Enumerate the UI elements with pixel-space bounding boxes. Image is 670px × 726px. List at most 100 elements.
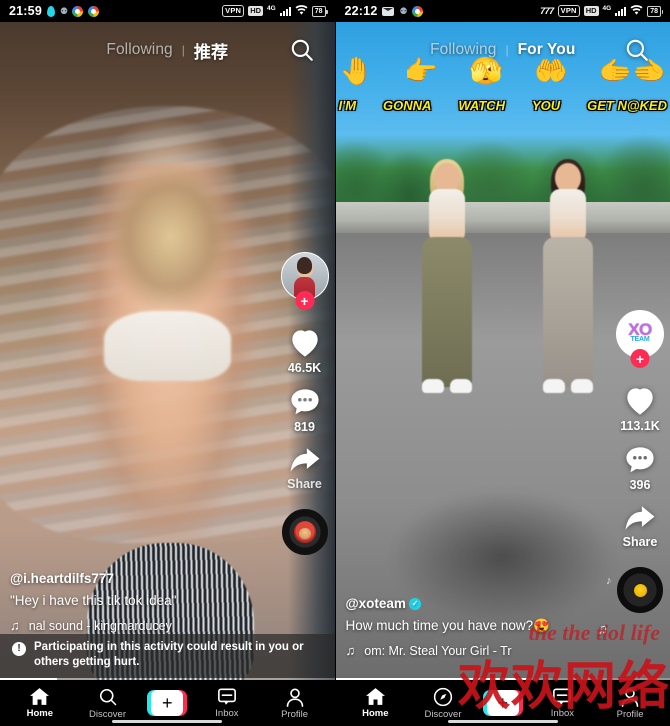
like-count: 46.5K: [287, 361, 322, 375]
right-status-bar: 22:12 ⚉ 777 VPN HD 4G 78: [335, 0, 670, 22]
comment-icon: [290, 389, 319, 415]
avatar[interactable]: XO TEAM +: [616, 310, 664, 368]
fence: [335, 201, 670, 234]
nav-profile[interactable]: Profile: [267, 687, 323, 720]
inbox-icon: [553, 688, 572, 705]
music-row[interactable]: ♫ om: Mr. Steal Your Girl - Tr: [346, 643, 550, 658]
nav-discover[interactable]: Discover: [80, 687, 136, 720]
status-left-group: 22:12 ⚉: [345, 4, 423, 18]
like-button[interactable]: 113.1K: [620, 385, 660, 433]
overlay-word-4: GET N@KED: [587, 98, 667, 113]
heart-icon: [291, 330, 318, 357]
music-note-icon: ♫: [10, 618, 20, 633]
overlay-word-0: I'M: [338, 98, 357, 113]
search-icon[interactable]: [624, 37, 650, 63]
nav-profile-label: Profile: [281, 708, 309, 720]
network-label: 4G: [602, 4, 612, 12]
subject-right: [523, 158, 613, 642]
verified-badge-icon: ✓: [408, 597, 421, 610]
home-icon: [30, 688, 50, 705]
hd-badge: HD: [583, 6, 599, 16]
hd-badge: HD: [248, 6, 264, 16]
nav-inbox[interactable]: Inbox: [199, 687, 255, 719]
plus-icon: +: [486, 690, 519, 716]
tab-following[interactable]: Following: [430, 41, 496, 59]
music-disc[interactable]: ♪: [606, 567, 663, 613]
music-disc[interactable]: [281, 509, 328, 555]
music-title: om: Mr. Steal Your Girl - Tr: [364, 643, 512, 658]
subject-left: [402, 158, 492, 642]
left-phone-panel: 21:59 ⚉ VPN HD 4G 78 Following | 推荐 + 46…: [0, 0, 336, 726]
comment-icon: [626, 447, 654, 473]
follow-button[interactable]: +: [630, 349, 650, 368]
vpn-badge: VPN: [557, 5, 580, 17]
like-count: 113.1K: [620, 419, 660, 433]
chrome-icon-2: [88, 5, 100, 17]
signal-bars-icon: [615, 6, 627, 16]
nav-home[interactable]: Home: [12, 687, 68, 719]
subject-hair: [97, 141, 245, 325]
comment-button[interactable]: 819: [289, 387, 321, 434]
search-icon: [99, 688, 116, 705]
safety-warning-banner: ! Participating in this activity could r…: [0, 634, 335, 678]
status-right-group: VPN HD 4G 78: [222, 4, 328, 18]
avatar-xo-text: XO: [628, 320, 652, 339]
left-top-tabbar: Following | 推荐: [0, 30, 335, 70]
comment-count: 819: [294, 420, 315, 434]
feed-tabs: Following | For You: [430, 41, 575, 59]
battery-icon: 78: [311, 5, 328, 17]
status-left-group: 21:59 ⚉: [9, 4, 100, 18]
inbox-icon: [217, 688, 236, 705]
nav-inbox[interactable]: Inbox: [534, 687, 590, 719]
music-disc-core: [293, 521, 316, 543]
share-label: Share: [287, 477, 322, 491]
create-video-button[interactable]: +: [147, 690, 188, 716]
nav-profile[interactable]: Profile: [602, 687, 658, 720]
vpn-badge: VPN: [222, 5, 245, 17]
tab-following[interactable]: Following: [106, 41, 172, 59]
tab-for-you[interactable]: For You: [518, 41, 576, 59]
music-title: nal sound - kingmarducey: [28, 618, 172, 633]
nav-profile-label: Profile: [616, 708, 644, 720]
username-row[interactable]: @xoteam ✓: [346, 596, 550, 611]
music-note-floating-icon: ♪: [606, 575, 612, 587]
follow-button[interactable]: +: [295, 291, 314, 310]
nav-discover-label: Discover: [424, 708, 462, 720]
avatar[interactable]: +: [280, 252, 329, 310]
like-button[interactable]: 46.5K: [288, 327, 322, 375]
right-video-caption: @xoteam ✓ How much time you have now?😍 ♫…: [346, 596, 550, 658]
create-video-button[interactable]: +: [482, 690, 523, 716]
shield-icon: ⚉: [399, 5, 407, 16]
share-button[interactable]: Share: [622, 504, 658, 549]
left-status-bar: 21:59 ⚉ VPN HD 4G 78: [0, 0, 335, 22]
username: @xoteam: [345, 596, 406, 612]
search-icon[interactable]: [289, 37, 315, 63]
username[interactable]: @i.heartdilfs777: [10, 571, 176, 586]
comment-count: 396: [629, 478, 651, 492]
feed-tabs: Following | 推荐: [106, 38, 228, 63]
chrome-icon: [411, 5, 423, 17]
water-drop-icon: [46, 5, 55, 17]
nav-discover[interactable]: Discover: [415, 687, 471, 720]
profile-icon: [286, 688, 303, 707]
tab-for-you[interactable]: 推荐: [194, 38, 228, 63]
music-note-icon: ♫: [345, 643, 356, 658]
profile-icon: [621, 688, 639, 707]
floating-music-note-icon: ♫: [596, 621, 608, 638]
right-top-tabbar: Following | For You: [336, 30, 670, 70]
plus-icon: +: [151, 690, 184, 716]
share-arrow-icon: [625, 506, 655, 530]
chrome-icon: [72, 5, 84, 17]
share-button[interactable]: Share: [287, 446, 322, 491]
music-row[interactable]: ♫ nal sound - kingmarducey: [10, 618, 176, 633]
comment-button[interactable]: 396: [624, 445, 656, 492]
network-label: 4G: [267, 4, 276, 12]
overlay-word-3: YOU: [532, 98, 561, 113]
nav-home[interactable]: Home: [347, 687, 403, 719]
status-clock: 22:12: [344, 4, 378, 18]
home-indicator: [112, 720, 223, 723]
share-label: Share: [622, 535, 658, 549]
overlay-caption-row: I'M GONNA WATCH YOU GET N@KED: [339, 98, 668, 113]
wifi-icon: [295, 4, 308, 18]
nav-discover-label: Discover: [89, 708, 126, 720]
